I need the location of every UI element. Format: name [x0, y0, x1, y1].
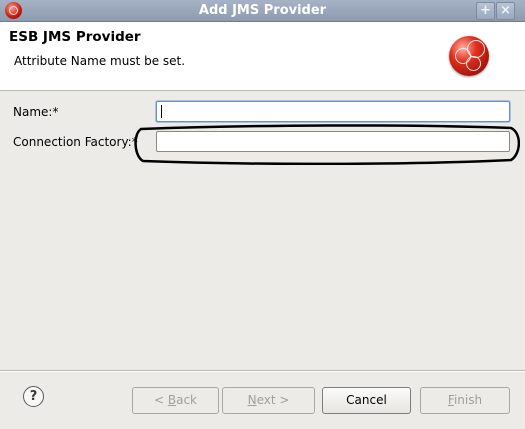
finish-label: inish [453, 393, 483, 407]
name-label: Name:* [13, 105, 59, 119]
name-input[interactable] [156, 101, 510, 122]
connection-factory-input[interactable] [156, 131, 510, 152]
jboss-logo-icon [449, 36, 489, 76]
back-mnemonic: B [167, 393, 177, 407]
button-bar-separator [0, 370, 525, 372]
maximize-button[interactable]: + [476, 2, 495, 20]
back-label: ack [176, 393, 197, 407]
window-title: Add JMS Provider [198, 3, 327, 18]
help-icon[interactable]: ? [23, 386, 44, 407]
cancel-button[interactable]: Cancel [322, 387, 411, 414]
text-caret [161, 105, 162, 118]
finish-button[interactable]: Finish [420, 387, 510, 414]
page-title: ESB JMS Provider [9, 29, 141, 45]
next-button[interactable]: Next > [222, 387, 315, 414]
connection-factory-label: Connection Factory:* [13, 135, 138, 149]
close-button[interactable]: × [496, 2, 515, 20]
next-mnemonic: N [247, 393, 257, 407]
title-bar: Add JMS Provider + × [0, 0, 525, 22]
next-label: ext > [256, 393, 290, 407]
back-prefix: < [153, 393, 168, 407]
validation-message: Attribute Name must be set. [14, 54, 186, 68]
back-button[interactable]: < Back [132, 387, 219, 414]
wizard-header: ESB JMS Provider Attribute Name must be … [0, 22, 525, 91]
